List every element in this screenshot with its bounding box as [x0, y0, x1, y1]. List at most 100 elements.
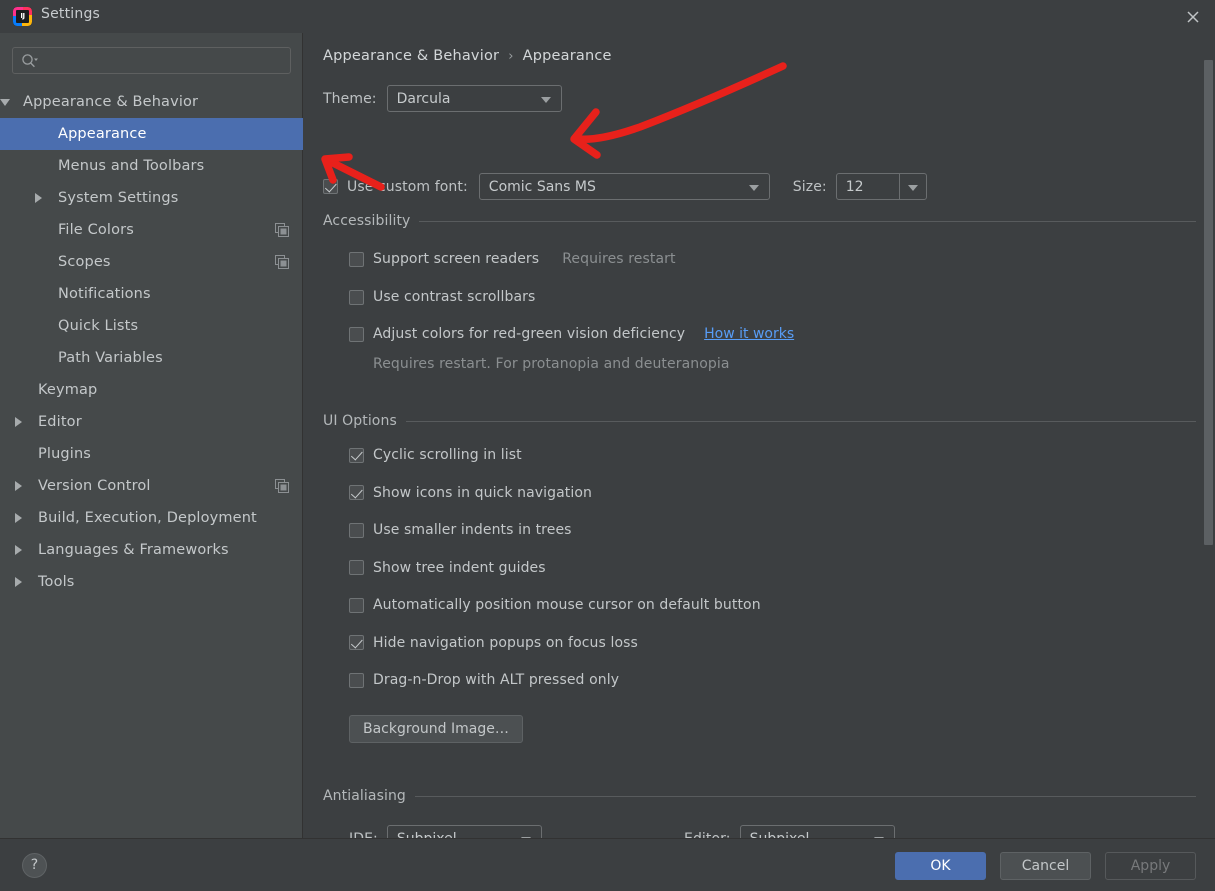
chevron-right-icon[interactable] [15, 577, 22, 587]
theme-label: Theme: [323, 90, 377, 107]
checkbox[interactable] [349, 326, 364, 342]
sidebar-item-appearance[interactable]: Appearance [0, 118, 303, 150]
checkbox[interactable] [349, 251, 364, 267]
breadcrumb-current: Appearance [522, 48, 612, 64]
section-divider [414, 795, 1196, 797]
checkbox[interactable] [349, 635, 364, 650]
ui-options-section-header: UI Options [323, 413, 1196, 429]
breadcrumb-parent[interactable]: Appearance & Behavior [323, 48, 499, 64]
search-field-wrapper [12, 47, 291, 74]
use-custom-font-checkbox[interactable] [323, 179, 338, 194]
sidebar-item-quick-lists[interactable]: Quick Lists [0, 310, 303, 342]
option-show-icons-in-quick-navigation[interactable]: Show icons in quick navigation [349, 485, 592, 501]
antialiasing-editor-value: Subpixel [741, 831, 810, 839]
option-automatically-position-mouse-cursor-on-default-button[interactable]: Automatically position mouse cursor on d… [349, 597, 761, 613]
option-label: Cyclic scrolling in list [373, 447, 522, 463]
sidebar-item-editor[interactable]: Editor [0, 406, 303, 438]
option-label: Support screen readers [373, 251, 540, 267]
section-divider [419, 220, 1196, 222]
font-size-dropdown[interactable]: 12 [835, 173, 927, 200]
checkbox[interactable] [349, 597, 364, 613]
theme-dropdown[interactable]: Darcula [386, 85, 562, 112]
option-show-tree-indent-guides[interactable]: Show tree indent guides [349, 560, 546, 576]
sidebar-item-label: Notifications [58, 286, 151, 302]
option-adjust-colors-vision-deficiency[interactable]: Adjust colors for red-green vision defic… [349, 326, 794, 342]
sidebar-item-label: Scopes [58, 254, 111, 270]
chevron-right-icon[interactable] [15, 545, 22, 555]
search-box[interactable] [12, 47, 291, 74]
checkbox[interactable] [349, 522, 364, 538]
chevron-down-icon[interactable] [0, 98, 10, 106]
antialiasing-ide-dropdown[interactable]: Subpixel [386, 825, 542, 838]
sidebar-item-file-colors[interactable]: File Colors [0, 214, 303, 246]
section-divider [405, 420, 1196, 422]
checkbox[interactable] [349, 560, 364, 575]
sidebar-item-label: Tools [38, 574, 75, 590]
checkbox[interactable] [349, 289, 364, 305]
sidebar-item-keymap[interactable]: Keymap [0, 374, 303, 406]
option-label: Use smaller indents in trees [373, 522, 572, 538]
copy-icon[interactable] [275, 223, 289, 237]
sidebar-item-scopes[interactable]: Scopes [0, 246, 303, 278]
sidebar-item-system-settings[interactable]: System Settings [0, 182, 303, 214]
option-drag-n-drop-with-alt-pressed-only[interactable]: Drag-n-Drop with ALT pressed only [349, 672, 619, 688]
copy-icon[interactable] [275, 479, 289, 493]
checkbox[interactable] [349, 672, 364, 688]
chevron-down-icon [907, 185, 918, 191]
chevron-right-icon[interactable] [15, 417, 22, 427]
custom-font-value: Comic Sans MS [488, 178, 596, 195]
sidebar-item-label: Appearance [58, 126, 147, 142]
antialiasing-editor-dropdown[interactable]: Subpixel [739, 825, 895, 839]
search-input[interactable] [43, 48, 287, 73]
sidebar-item-label: Keymap [38, 382, 98, 398]
accessibility-section-header: Accessibility [323, 213, 1196, 229]
antialiasing-editor-label: Editor: [684, 831, 731, 839]
sidebar-item-build-execution-deployment[interactable]: Build, Execution, Deployment [0, 502, 303, 534]
scrollbar-thumb[interactable] [1204, 60, 1213, 545]
accessibility-footnote: Requires restart. For protanopia and deu… [373, 356, 730, 372]
how-it-works-link[interactable]: How it works [704, 326, 794, 342]
antialiasing-ide-label: IDE: [349, 831, 378, 839]
settings-sidebar: Appearance & Behavior Appearance Menus and… [0, 33, 303, 838]
option-note: Requires restart [562, 251, 676, 267]
antialiasing-section-header: Antialiasing [323, 788, 1196, 804]
option-cyclic-scrolling-in-list[interactable]: Cyclic scrolling in list [349, 447, 522, 463]
chevron-right-icon[interactable] [15, 513, 22, 523]
checkbox[interactable] [349, 447, 364, 463]
option-hide-navigation-popups-on-focus-loss[interactable]: Hide navigation popups on focus loss [349, 635, 638, 651]
sidebar-item-notifications[interactable]: Notifications [0, 278, 303, 310]
sidebar-item-label: Plugins [38, 446, 91, 462]
sidebar-item-label: Editor [38, 414, 82, 430]
close-icon[interactable] [1181, 5, 1205, 29]
apply-button: Apply [1105, 852, 1196, 880]
chevron-right-icon[interactable] [35, 193, 42, 203]
accessibility-section-title: Accessibility [323, 213, 411, 229]
sidebar-item-languages-frameworks[interactable]: Languages & Frameworks [0, 534, 303, 566]
custom-font-dropdown[interactable]: Comic Sans MS [478, 173, 770, 200]
antialiasing-editor-row: Editor: Subpixel [684, 825, 895, 838]
option-label: Drag-n-Drop with ALT pressed only [373, 672, 620, 688]
sidebar-item-plugins[interactable]: Plugins [0, 438, 303, 470]
sidebar-item-label: Path Variables [58, 350, 163, 366]
option-use-smaller-indents-in-trees[interactable]: Use smaller indents in trees [349, 522, 572, 538]
checkbox[interactable] [349, 485, 364, 500]
antialiasing-section-title: Antialiasing [323, 788, 406, 804]
sidebar-item-path-variables[interactable]: Path Variables [0, 342, 303, 374]
copy-icon[interactable] [275, 255, 289, 269]
background-image-button[interactable]: Background Image… [349, 715, 523, 743]
sidebar-item-version-control[interactable]: Version Control [0, 470, 303, 502]
option-label: Show icons in quick navigation [373, 484, 593, 501]
dialog-button-bar: ? OK Cancel Apply [0, 838, 1215, 891]
use-custom-font-label: Use custom font: [347, 178, 468, 195]
ok-button[interactable]: OK [895, 852, 986, 880]
chevron-right-icon[interactable] [15, 481, 22, 491]
help-button[interactable]: ? [22, 853, 47, 878]
sidebar-item-tools[interactable]: Tools [0, 566, 303, 598]
sidebar-item-menus-and-toolbars[interactable]: Menus and Toolbars [0, 150, 303, 182]
option-use-contrast-scrollbars[interactable]: Use contrast scrollbars [349, 289, 535, 305]
option-support-screen-readers[interactable]: Support screen readers Requires restart [349, 251, 676, 267]
cancel-button[interactable]: Cancel [1000, 852, 1091, 880]
content-scrollbar[interactable] [1201, 33, 1215, 838]
sidebar-item-appearance-behavior[interactable]: Appearance & Behavior [0, 86, 303, 118]
font-size-label: Size: [792, 178, 827, 195]
